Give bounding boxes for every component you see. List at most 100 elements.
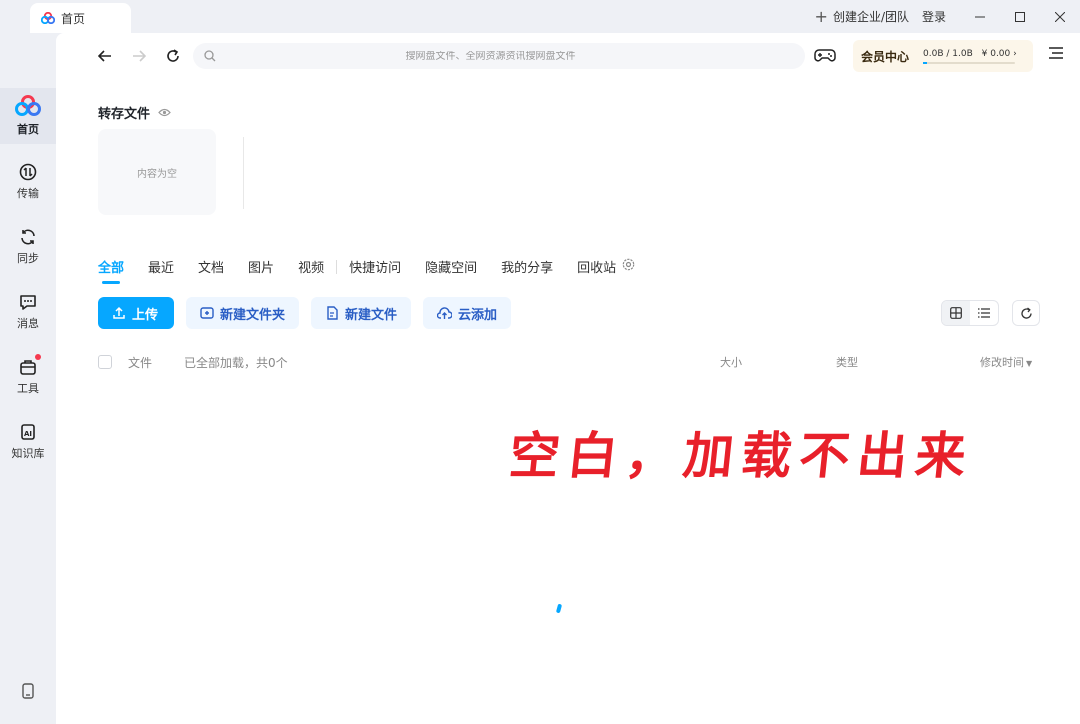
search-bar[interactable]	[193, 43, 805, 69]
loaded-status: 已全部加载，共0个	[184, 356, 288, 370]
column-type[interactable]: 类型	[836, 354, 858, 370]
tab-recent[interactable]: 最近	[148, 257, 174, 276]
sidebar-item-label: 消息	[17, 317, 39, 330]
refresh-icon	[1020, 306, 1032, 319]
refresh-icon	[167, 49, 179, 62]
forward-button[interactable]	[127, 45, 151, 67]
column-modified-time[interactable]: 修改时间 ▼	[980, 354, 1032, 370]
list-icon	[978, 308, 990, 318]
eye-icon[interactable]	[158, 108, 171, 117]
maximize-button[interactable]	[1000, 0, 1040, 33]
loading-spinner	[555, 603, 563, 614]
transfer-icon	[19, 163, 37, 181]
phone-icon	[22, 683, 34, 699]
tab-all[interactable]: 全部	[98, 257, 124, 284]
baidu-pan-logo-icon	[15, 95, 41, 116]
arrow-left-icon	[98, 50, 111, 62]
tab-recycle-bin[interactable]: 回收站	[577, 257, 616, 276]
close-button[interactable]	[1040, 0, 1080, 33]
empty-text: 内容为空	[137, 168, 177, 180]
tab-home[interactable]: 首页	[30, 3, 131, 33]
tab-label: 首页	[61, 11, 86, 26]
new-file-button[interactable]: 新建文件	[311, 297, 412, 329]
baidu-pan-logo-icon	[41, 12, 55, 24]
tab-divider	[336, 260, 338, 274]
sort-caret-icon: ▼	[1026, 359, 1033, 368]
tab-documents[interactable]: 文档	[198, 257, 224, 276]
tab-quick-access[interactable]: 快捷访问	[349, 257, 401, 276]
search-input[interactable]	[216, 50, 765, 62]
tab-videos[interactable]: 视频	[298, 257, 324, 276]
upload-button[interactable]: 上传	[98, 297, 174, 329]
sync-icon	[21, 229, 35, 245]
back-button[interactable]	[93, 45, 117, 67]
toolbox-icon	[20, 360, 36, 375]
sidebar-item-transfer[interactable]: 传输	[0, 154, 56, 210]
new-folder-icon	[200, 307, 214, 319]
sidebar-item-label: 传输	[17, 187, 39, 200]
sidebar-item-sync[interactable]: 同步	[0, 219, 56, 275]
grid-view-button[interactable]	[942, 301, 970, 325]
handwritten-annotation: 空白，加载不出来	[506, 426, 977, 485]
new-folder-button[interactable]: 新建文件夹	[186, 297, 300, 329]
select-all-checkbox[interactable]	[98, 355, 112, 369]
list-view-button[interactable]	[970, 301, 998, 325]
storage-bar	[923, 61, 1016, 64]
column-size[interactable]: 大小	[720, 354, 742, 370]
sidebar-item-label: 知识库	[11, 447, 45, 460]
main-panel: 会员中心 0.0B / 1.0B ¥ 0.00 › 转存文件 内容为空 全部 最…	[56, 33, 1080, 724]
search-icon	[204, 50, 216, 62]
tab-hidden-space[interactable]: 隐藏空间	[425, 257, 477, 276]
view-toggle	[941, 300, 999, 326]
menu-icon[interactable]	[1049, 47, 1063, 59]
cloud-add-button[interactable]: 云添加	[423, 297, 512, 329]
sidebar-phone-button[interactable]	[0, 673, 56, 713]
transfer-title: 转存文件	[98, 107, 151, 122]
action-bar: 上传 新建文件夹 新建文件 云添加	[98, 297, 523, 329]
balance: ¥ 0.00	[981, 48, 1011, 59]
new-file-label: 新建文件	[345, 307, 398, 323]
upload-label: 上传	[132, 307, 159, 323]
create-team-link[interactable]: 创建企业/团队	[833, 8, 909, 25]
sidebar-item-tools[interactable]: 工具	[0, 349, 56, 405]
title-bar: 首页 + 创建企业/团队 登录	[0, 0, 1080, 33]
vip-center[interactable]: 会员中心 0.0B / 1.0B ¥ 0.00 ›	[853, 40, 1033, 72]
sidebar: 首页 传输 同步 消息 工具 AI 知识库	[0, 33, 56, 724]
storage-bar-fill	[923, 61, 927, 64]
gear-icon[interactable]	[622, 258, 635, 271]
chevron-right-icon: ›	[1013, 48, 1017, 59]
sidebar-item-label: 首页	[17, 123, 39, 136]
transfer-section-title: 转存文件	[98, 103, 171, 122]
gamepad-icon[interactable]	[814, 45, 836, 65]
new-folder-label: 新建文件夹	[220, 307, 286, 323]
transfer-empty-card: 内容为空	[98, 129, 216, 215]
plus-icon[interactable]: +	[815, 8, 828, 25]
cloud-add-label: 云添加	[458, 307, 498, 323]
ai-knowledge-icon: AI	[21, 424, 35, 440]
sidebar-item-label: 工具	[17, 382, 39, 395]
message-icon	[20, 295, 36, 310]
minimize-icon	[975, 16, 985, 17]
minimize-button[interactable]	[960, 0, 1000, 33]
new-file-icon	[327, 306, 338, 320]
grid-icon	[950, 307, 962, 319]
refresh-page-button[interactable]	[161, 45, 185, 67]
tab-images[interactable]: 图片	[248, 257, 274, 276]
login-link[interactable]: 登录	[922, 8, 946, 25]
notification-badge	[35, 354, 41, 360]
tab-my-shares[interactable]: 我的分享	[501, 257, 553, 276]
file-tabs: 全部 最近 文档 图片 视频 快捷访问 隐藏空间 我的分享 回收站	[98, 257, 635, 284]
vip-label: 会员中心	[861, 49, 910, 64]
maximize-icon	[1015, 11, 1025, 22]
close-icon	[1055, 11, 1065, 22]
sidebar-item-knowledge[interactable]: AI 知识库	[0, 414, 56, 470]
arrow-right-icon	[133, 50, 146, 62]
divider	[243, 137, 244, 209]
column-modified-time-label: 修改时间	[980, 356, 1024, 369]
sidebar-item-home[interactable]: 首页	[0, 88, 56, 144]
column-file[interactable]: 文件	[128, 354, 152, 371]
file-list-header: 文件 已全部加载，共0个 大小 类型 修改时间 ▼	[98, 353, 1038, 373]
sidebar-item-messages[interactable]: 消息	[0, 284, 56, 340]
refresh-list-button[interactable]	[1012, 300, 1040, 326]
sidebar-item-label: 同步	[17, 252, 39, 265]
